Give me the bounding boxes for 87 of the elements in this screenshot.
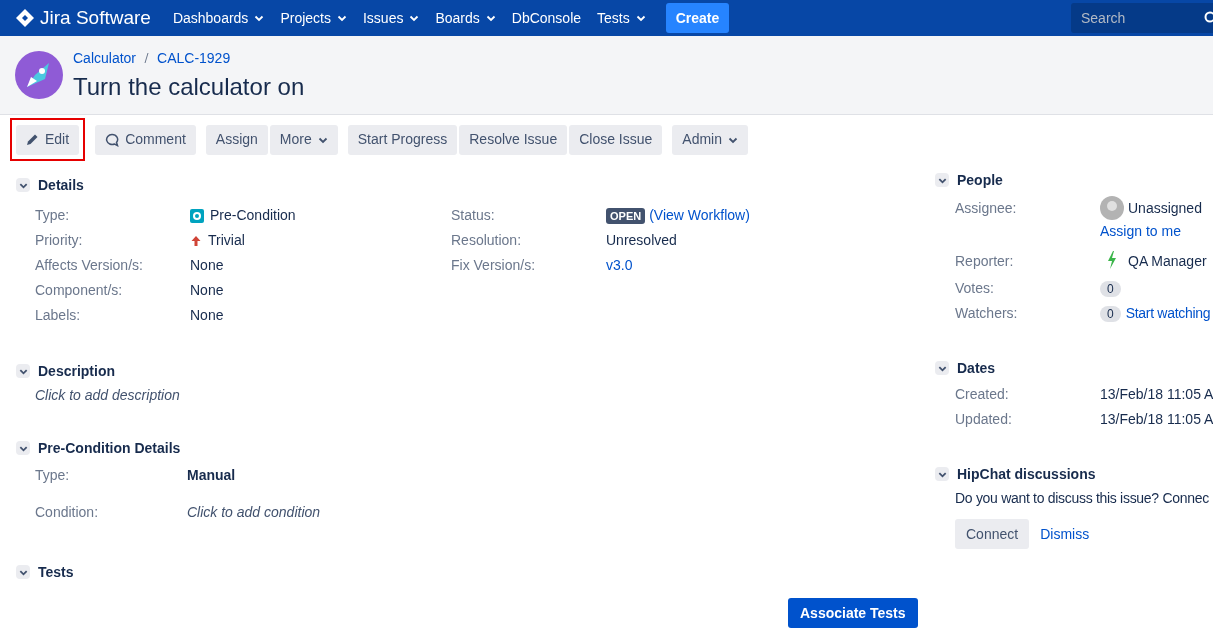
version-link[interactable]: v3.0: [606, 255, 633, 276]
field-label: Affects Version/s:: [35, 256, 144, 275]
breadcrumb-link[interactable]: Calculator: [73, 47, 137, 69]
arrow-up-icon: [190, 234, 202, 247]
field-label: Status:: [451, 206, 496, 225]
watchers-count: 0: [1100, 305, 1121, 322]
hipchat-prompt: Do you want to discuss this issue? Connec: [955, 489, 1210, 508]
associate-tests-button[interactable]: Associate Tests: [788, 598, 918, 628]
section-title: Details: [38, 175, 84, 195]
field-label: Type:: [35, 206, 71, 225]
section-title: Pre-Condition Details: [38, 438, 181, 458]
collapse-toggle[interactable]: [16, 178, 30, 192]
pencil-icon: [26, 133, 39, 146]
start-watching-link[interactable]: Start watching: [1125, 303, 1211, 324]
section-title: Dates: [957, 358, 996, 378]
collapse-toggle[interactable]: [16, 441, 30, 455]
field-label: Fix Version/s:: [451, 256, 537, 275]
user-avatar-icon: [1100, 196, 1124, 220]
search-icon: [1203, 11, 1213, 25]
field-value: Unresolved: [606, 231, 677, 250]
field-label: Priority:: [35, 231, 84, 250]
create-button[interactable]: Create: [665, 3, 730, 33]
field-value: None: [190, 256, 224, 275]
toolbar-button[interactable]: More: [269, 124, 338, 155]
assign-to-me-link[interactable]: Assign to me: [1100, 221, 1213, 246]
nav-menu[interactable]: Tests: [589, 0, 654, 36]
speech-bubble-icon: [105, 132, 120, 147]
chevron-down-icon: [254, 13, 265, 23]
chevron-down-icon: [635, 13, 646, 23]
toolbar-button[interactable]: Assign: [205, 124, 268, 155]
field-label: Votes:: [955, 279, 995, 298]
field-value: Trivial: [208, 231, 245, 250]
chevron-down-icon: [336, 13, 347, 23]
field-value: None: [190, 306, 224, 325]
votes-count: 0: [1100, 280, 1121, 297]
field-label: Reporter:: [955, 251, 1015, 271]
view-workflow-link[interactable]: (View Workflow): [649, 205, 750, 226]
date-value: 13/Feb/18 11:05 A: [1100, 385, 1213, 404]
issue-title: Turn the calculator on: [73, 71, 305, 102]
collapse-toggle[interactable]: [935, 361, 949, 375]
collapse-toggle[interactable]: [16, 364, 30, 378]
field-value: None: [190, 281, 224, 300]
toolbar-button[interactable]: Admin: [672, 124, 748, 155]
slash-icon: [144, 53, 150, 63]
field-label: Type:: [35, 465, 71, 485]
field-value: Manual: [187, 465, 236, 485]
field-label: Created:: [955, 385, 1010, 404]
field-label: Component/s:: [35, 281, 124, 300]
collapse-toggle[interactable]: [935, 467, 949, 481]
dismiss-link[interactable]: Dismiss: [1040, 523, 1090, 545]
nav-menu[interactable]: Dashboards: [164, 0, 273, 36]
connect-button[interactable]: Connect: [955, 519, 1030, 549]
chevron-down-icon: [485, 13, 496, 23]
nav-menu[interactable]: Projects: [272, 0, 355, 36]
section-title: Description: [38, 361, 115, 381]
description-placeholder[interactable]: Click to add description: [16, 385, 905, 406]
nav-menu[interactable]: Issues: [354, 0, 428, 36]
toolbar-button[interactable]: Resolve Issue: [459, 124, 568, 155]
status-lozenge: OPEN: [606, 207, 646, 224]
nav-menu[interactable]: Boards: [427, 0, 504, 36]
condition-placeholder[interactable]: Click to add condition: [187, 501, 321, 523]
nav-menu[interactable]: DbConsole: [503, 0, 590, 36]
jira-logo-icon: [16, 9, 34, 27]
field-label: Updated:: [955, 410, 1013, 429]
field-label: Labels:: [35, 306, 82, 325]
toolbar-button[interactable]: Edit: [10, 118, 86, 161]
product-logo-text[interactable]: Jira Software: [40, 3, 151, 33]
field-value: QA Manager: [1128, 251, 1207, 271]
section-title: People: [957, 170, 1003, 190]
field-label: Condition:: [35, 502, 100, 522]
date-value: 13/Feb/18 11:05 A: [1100, 410, 1213, 429]
section-title: Tests: [38, 562, 74, 582]
breadcrumb-link[interactable]: CALC-1929: [157, 47, 231, 69]
field-label: Resolution:: [451, 231, 523, 250]
field-label: Assignee:: [955, 198, 1018, 218]
chevron-down-icon: [409, 13, 420, 23]
toolbar-button[interactable]: Close Issue: [569, 124, 663, 155]
field-value: Pre-Condition: [210, 206, 296, 225]
section-title: HipChat discussions: [957, 464, 1096, 484]
collapse-toggle[interactable]: [16, 565, 30, 579]
precondition-icon: [190, 208, 204, 223]
toolbar-button[interactable]: Start Progress: [347, 124, 458, 155]
project-avatar-icon: [15, 51, 63, 99]
collapse-toggle[interactable]: [935, 173, 949, 187]
field-value: Unassigned: [1128, 198, 1202, 218]
field-label: Watchers:: [955, 304, 1019, 323]
toolbar-button[interactable]: Comment: [95, 124, 196, 155]
